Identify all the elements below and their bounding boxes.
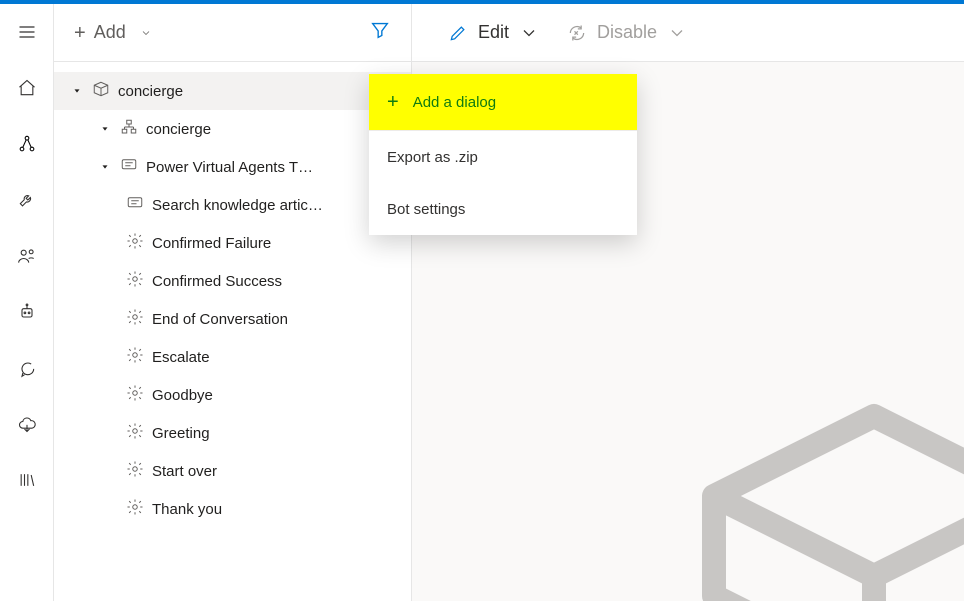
add-button[interactable]: + Add [68,14,158,51]
tree-trigger-label: Escalate [152,349,210,366]
tree-trigger-label: Thank you [152,501,222,518]
gear-icon [126,270,144,292]
edit-label: Edit [478,22,509,43]
hamburger-icon[interactable] [0,12,54,52]
bot-icon[interactable] [0,292,54,332]
disable-button[interactable]: Disable [567,22,687,43]
home-icon[interactable] [0,68,54,108]
tree-trigger-label: Search knowledge artic… [152,197,323,214]
caret-down-icon[interactable] [70,86,84,96]
refresh-x-icon [567,23,587,43]
design-icon[interactable] [0,124,54,164]
gear-icon [126,308,144,330]
tree-root[interactable]: concierge ··· [54,72,411,110]
menu-add-dialog[interactable]: + Add a dialog [369,74,637,130]
tree-pva-topic[interactable]: Power Virtual Agents T… [54,148,411,186]
tree-trigger[interactable]: Confirmed Success [54,262,411,300]
package-icon [92,80,110,102]
wrench-icon[interactable] [0,180,54,220]
people-icon[interactable] [0,236,54,276]
tree-trigger-label: Goodbye [152,387,213,404]
gear-icon [126,346,144,368]
tree-trigger[interactable]: Greeting [54,414,411,452]
add-button-label: Add [94,22,126,43]
tree-trigger-label: Confirmed Success [152,273,282,290]
tree-trigger[interactable]: Escalate [54,338,411,376]
tree-dialog-root[interactable]: concierge [54,110,411,148]
gear-icon [126,498,144,520]
placeholder-shape-icon [664,396,964,601]
tree-trigger-label: Greeting [152,425,210,442]
tree-trigger[interactable]: Goodbye [54,376,411,414]
menu-add-dialog-label: Add a dialog [413,94,496,111]
tree-trigger-label: End of Conversation [152,311,288,328]
chevron-down-icon [519,23,539,43]
filter-button[interactable] [363,13,397,52]
sitemap-icon [120,118,138,140]
dialog-icon [126,194,144,216]
menu-bot-settings[interactable]: Bot settings [369,183,637,235]
gear-icon [126,384,144,406]
tree-trigger[interactable]: Confirmed Failure [54,224,411,262]
library-icon[interactable] [0,460,54,500]
gear-icon [126,460,144,482]
menu-bot-settings-label: Bot settings [387,201,465,218]
filter-icon [369,19,391,41]
cloud-icon[interactable] [0,404,54,444]
pencil-icon [448,23,468,43]
nav-rail [0,4,54,601]
tree-trigger-label: Confirmed Failure [152,235,271,252]
chevron-down-icon [667,23,687,43]
tree-dialog-root-label: concierge [146,121,211,138]
plus-icon: + [387,91,399,114]
edit-button[interactable]: Edit [448,22,539,43]
tree-pva-label: Power Virtual Agents T… [146,159,313,176]
menu-export-zip[interactable]: Export as .zip [369,131,637,183]
chevron-down-icon [140,27,152,39]
tree-trigger[interactable]: End of Conversation [54,300,411,338]
dialog-icon [120,156,138,178]
main-toolbar: Edit Disable [412,4,964,62]
tree-trigger[interactable]: Search knowledge artic… [54,186,411,224]
caret-down-icon[interactable] [98,162,112,172]
gear-icon [126,232,144,254]
plus-icon: + [74,23,86,43]
tree-root-label: concierge [118,83,183,100]
chat-icon[interactable] [0,348,54,388]
tree-trigger-label: Start over [152,463,217,480]
tree-trigger[interactable]: Thank you [54,490,411,528]
explorer-panel: + Add concierge ··· [54,4,412,601]
bot-tree: concierge ··· concierge Power Virtual Ag… [54,62,411,601]
caret-down-icon[interactable] [98,124,112,134]
tree-trigger[interactable]: Start over [54,452,411,490]
menu-export-zip-label: Export as .zip [387,149,478,166]
disable-label: Disable [597,22,657,43]
explorer-toolbar: + Add [54,4,411,62]
context-menu: + Add a dialog Export as .zip Bot settin… [369,74,637,235]
gear-icon [126,422,144,444]
